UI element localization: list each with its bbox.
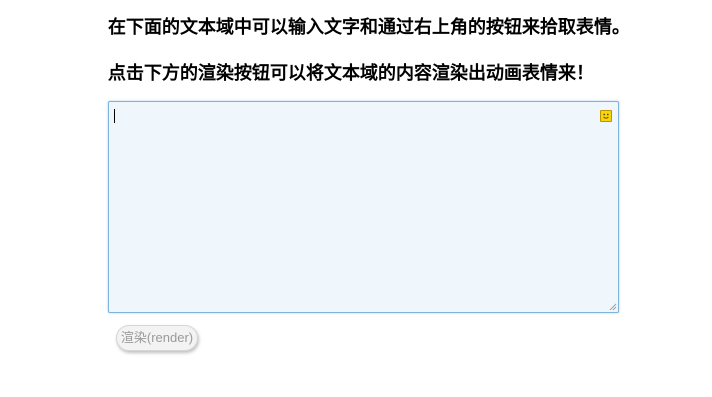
text-editor[interactable] <box>108 101 619 313</box>
emoji-picker-button[interactable] <box>600 110 612 122</box>
instruction-line-2: 点击下方的渲染按钮可以将文本域的内容渲染出动画表情来！ <box>108 63 594 84</box>
text-caret <box>114 109 115 123</box>
instruction-line-1: 在下面的文本域中可以输入文字和通过右上角的按钮来拾取表情。 <box>108 17 630 38</box>
resize-handle-icon[interactable] <box>608 302 617 311</box>
render-button[interactable]: 渲染(render) <box>116 325 198 351</box>
text-area[interactable] <box>109 102 618 312</box>
smiley-face-icon <box>603 113 609 119</box>
